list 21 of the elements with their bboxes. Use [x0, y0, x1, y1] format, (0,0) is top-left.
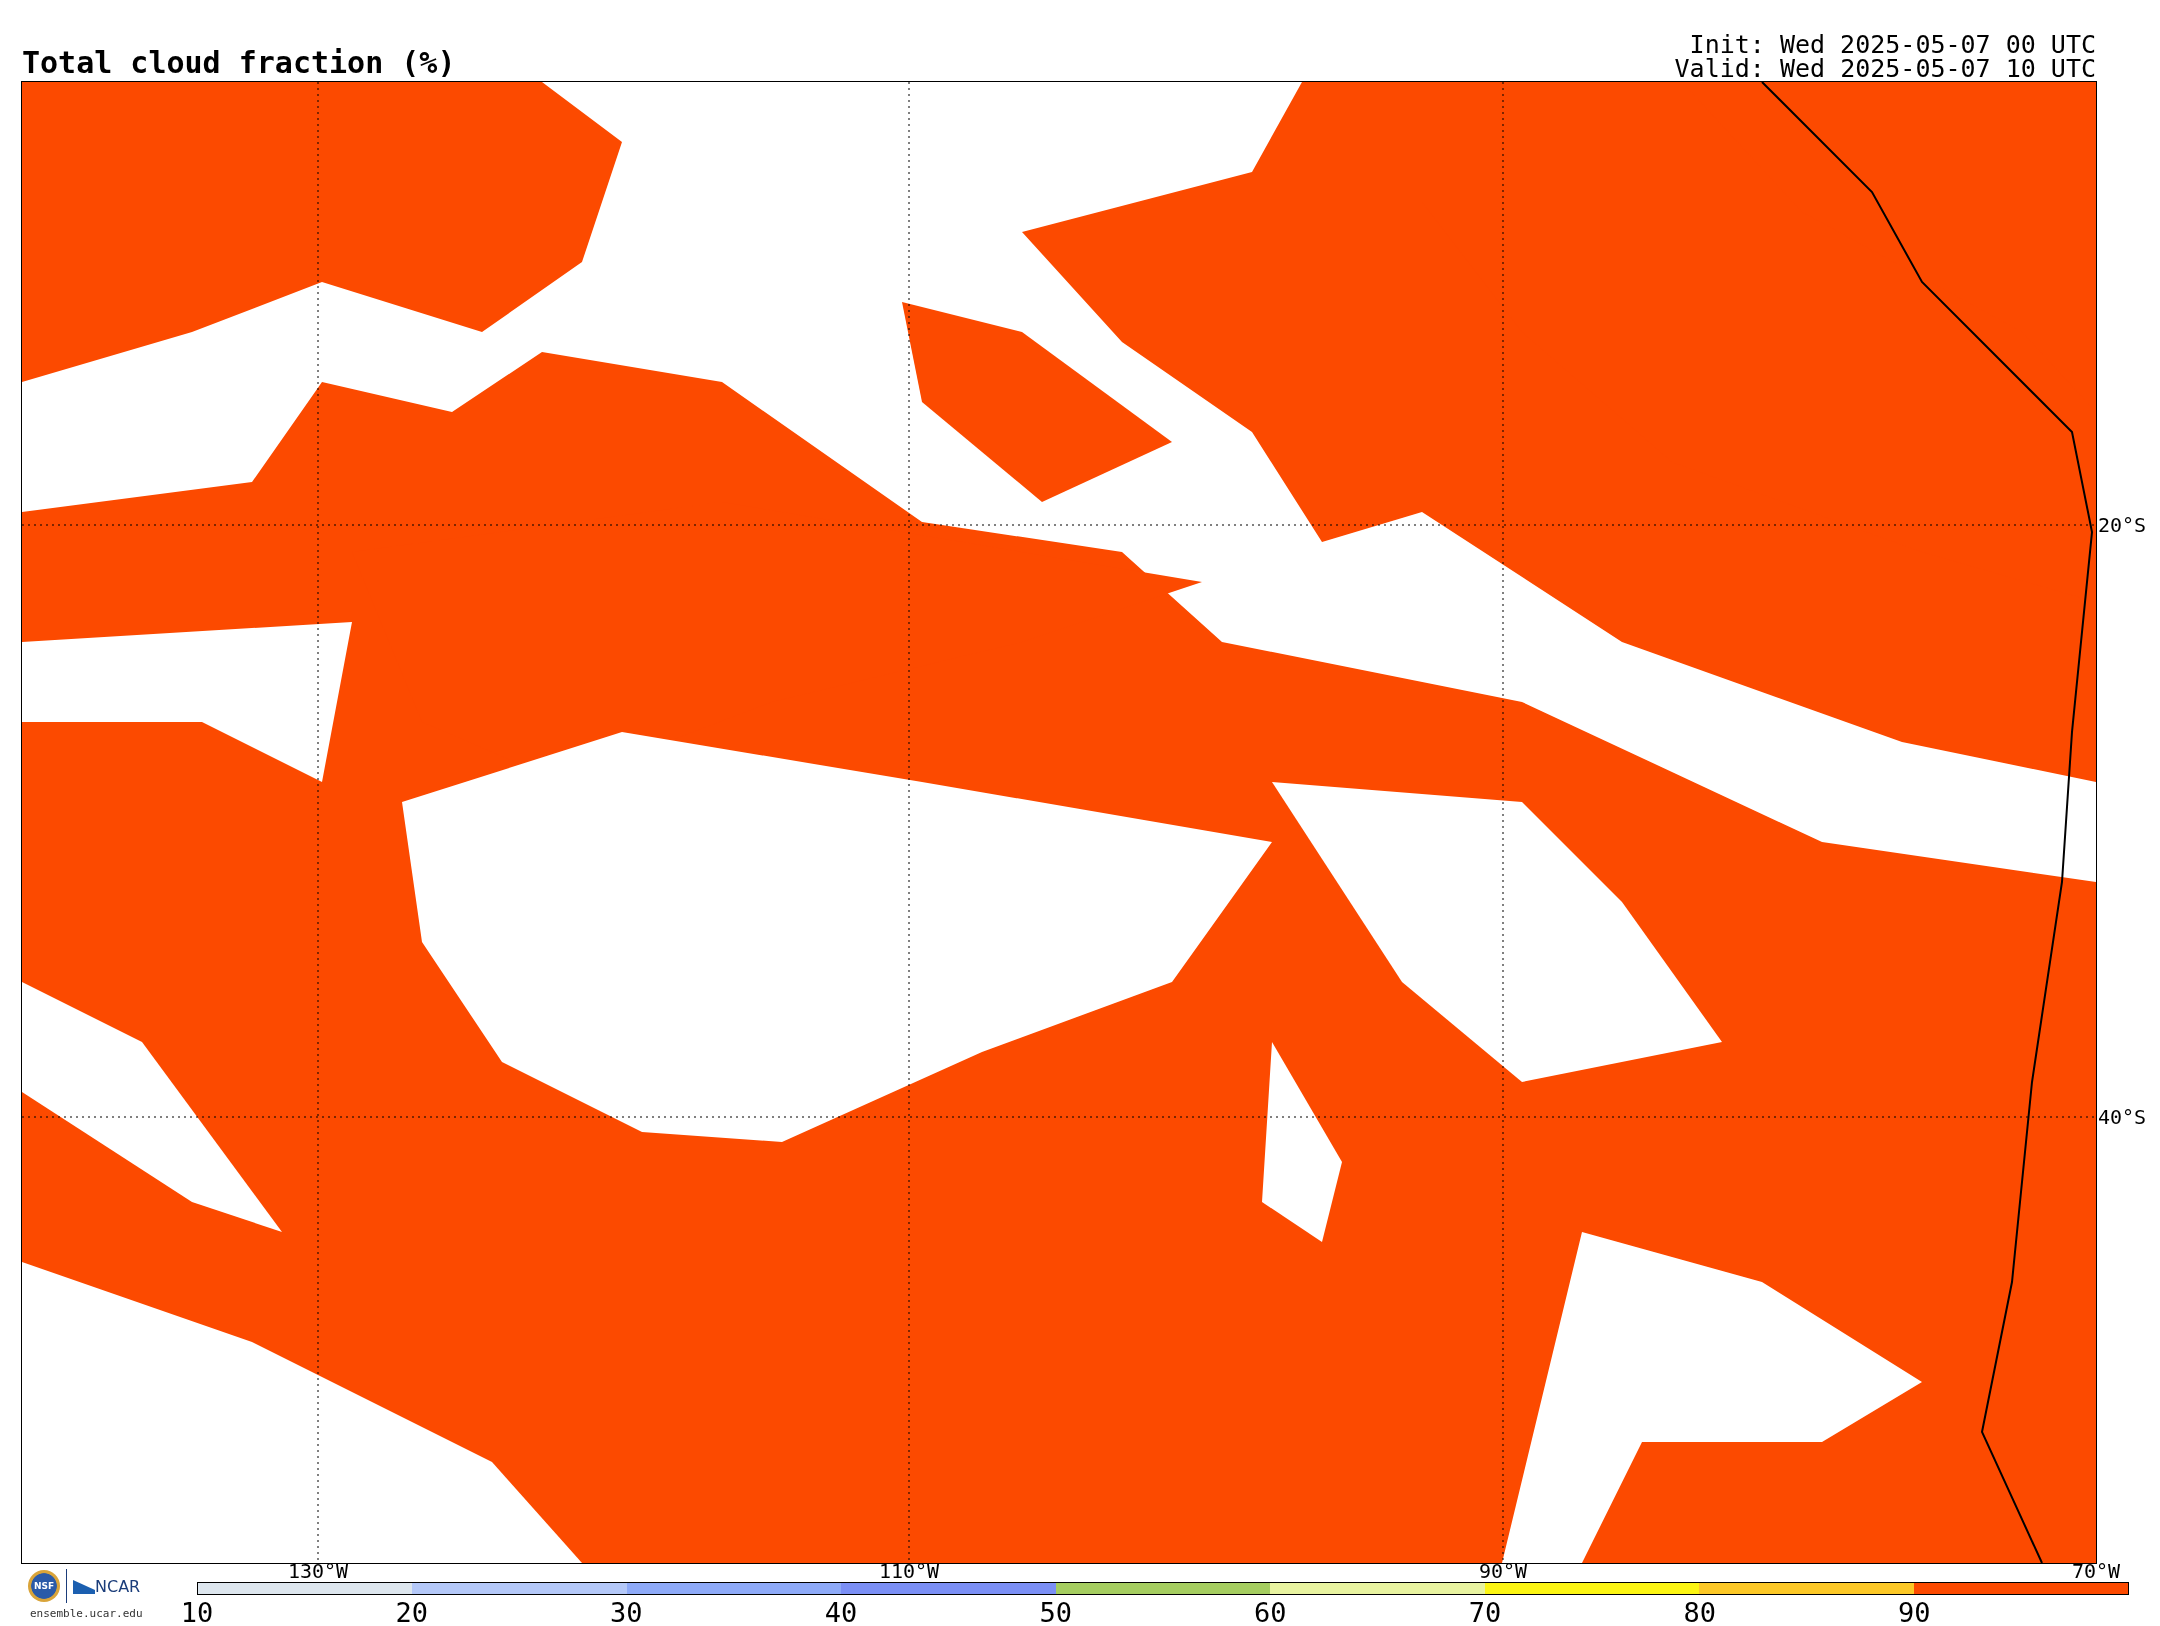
longitude-label: 90°W: [1478, 1561, 1528, 1581]
valid-time: Valid: Wed 2025-05-07 10 UTC: [1674, 57, 2096, 81]
init-time: Init: Wed 2025-05-07 00 UTC: [1689, 33, 2096, 57]
nsf-logo: NSF: [28, 1570, 60, 1602]
colorbar-label: 10: [180, 1599, 214, 1626]
colorbar-label: 80: [1683, 1599, 1716, 1626]
colorbar-label: 30: [610, 1599, 643, 1626]
colorbar-label: 20: [395, 1599, 428, 1626]
longitude-label: 130°W: [287, 1561, 349, 1581]
longitude-label: 70°W: [2071, 1561, 2121, 1581]
site-url: ensemble.ucar.edu: [29, 1607, 143, 1620]
ncar-logo: NCAR: [73, 1576, 141, 1596]
colorbar-label: 60: [1254, 1599, 1287, 1626]
colorbar-label: 50: [1039, 1599, 1072, 1626]
chart-title: Total cloud fraction (%): [22, 46, 456, 80]
colorbar-label: 90: [1898, 1599, 1931, 1626]
longitude-label: 110°W: [878, 1561, 940, 1581]
latitude-label: 40°S: [2098, 1107, 2147, 1127]
colorbar-label: 40: [824, 1599, 858, 1626]
colorbar-label: 70: [1468, 1599, 1502, 1626]
latitude-label: 20°S: [2098, 515, 2147, 535]
